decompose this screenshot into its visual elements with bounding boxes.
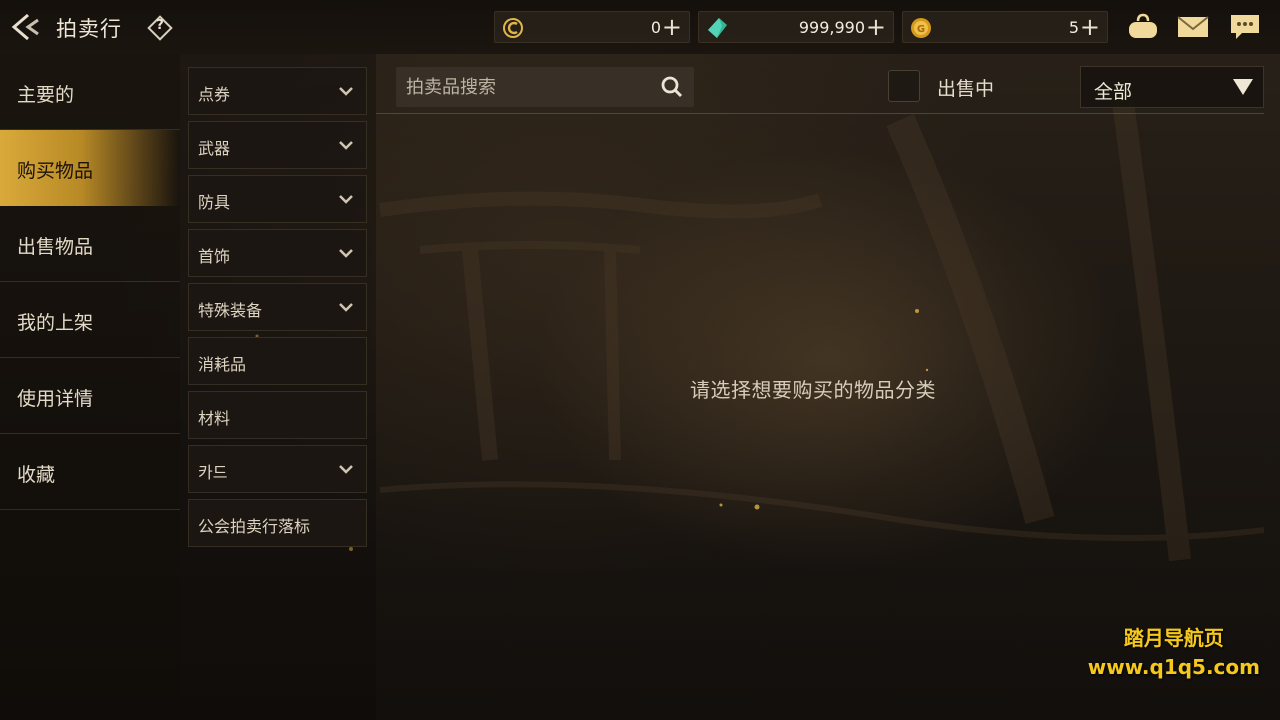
watermark-line2: www.q1q5.com <box>1087 655 1260 679</box>
bag-button[interactable] <box>1126 12 1160 42</box>
divider <box>376 113 1264 114</box>
sidebar-item-label: 出售物品 <box>17 236 94 258</box>
mail-icon <box>1177 16 1209 37</box>
svg-text:G: G <box>917 24 925 35</box>
chevron-down-icon <box>339 465 353 474</box>
sidebar-item-my-listings[interactable]: 我的上架 <box>0 282 180 358</box>
search-icon[interactable] <box>660 75 684 99</box>
add-c-coin-button[interactable]: + <box>662 14 682 40</box>
sidebar-item-sell[interactable]: 出售物品 <box>0 206 180 282</box>
search-input[interactable] <box>406 73 646 101</box>
sidebar-item-label: 购买物品 <box>17 160 94 182</box>
currency-value: 0 <box>650 18 661 37</box>
sidebar-item-usage-details[interactable]: 使用详情 <box>0 358 180 434</box>
back-arrow-icon <box>11 13 39 41</box>
category-item[interactable]: 防具 <box>188 175 367 223</box>
category-item[interactable]: 特殊装备 <box>188 283 367 331</box>
category-label: 首饰 <box>198 247 231 266</box>
sidebar-item-label: 我的上架 <box>17 312 94 334</box>
add-gold-coin-button[interactable]: + <box>1080 14 1100 40</box>
category-label: 消耗品 <box>198 355 247 374</box>
currency-green-gem: 999,990 + <box>698 11 894 43</box>
category-label: 防具 <box>198 193 231 212</box>
back-button[interactable] <box>8 9 46 45</box>
page-title: 拍卖行 <box>56 17 122 41</box>
currency-value: 999,990 <box>798 18 865 37</box>
currency-c-coin: 0 + <box>494 11 690 43</box>
category-item[interactable]: 消耗品 <box>188 337 367 385</box>
filter-dropdown[interactable]: 全部 <box>1080 66 1264 108</box>
top-bar: 拍卖行 ? 0 + 999,990 + G 5 + <box>0 0 1280 54</box>
c-coin-icon <box>503 18 523 38</box>
mail-button[interactable] <box>1176 12 1210 42</box>
sidebar-item-label: 使用详情 <box>17 388 94 410</box>
category-list: 点券 武器 防具 首饰 特殊装备 消耗品 材料 카드 公会拍卖行落标 <box>180 54 376 720</box>
gold-coin-icon: G <box>911 18 931 38</box>
chevron-down-icon <box>339 195 353 204</box>
chevron-down-icon <box>339 249 353 258</box>
category-item[interactable]: 武器 <box>188 121 367 169</box>
dropdown-selected-value: 全部 <box>1094 81 1133 103</box>
currency-value: 5 <box>1068 18 1079 37</box>
category-label: 点券 <box>198 85 231 104</box>
sidebar-item-label: 收藏 <box>17 464 56 486</box>
help-button[interactable]: ? <box>145 13 175 43</box>
search-bar <box>396 67 694 107</box>
category-label: 材料 <box>198 409 231 428</box>
bag-icon <box>1129 13 1157 38</box>
chevron-down-icon <box>339 87 353 96</box>
chevron-down-icon <box>339 141 353 150</box>
category-item[interactable]: 点券 <box>188 67 367 115</box>
chat-icon <box>1231 15 1259 39</box>
currency-gold-coin: G 5 + <box>902 11 1108 43</box>
category-item[interactable]: 公会拍卖行落标 <box>188 499 367 547</box>
chat-button[interactable] <box>1228 12 1262 42</box>
add-green-gem-button[interactable]: + <box>866 14 886 40</box>
sidebar-item-label: 主要的 <box>17 84 75 106</box>
sidebar: 主要的 购买物品 出售物品 我的上架 使用详情 收藏 <box>0 54 180 720</box>
on-sale-checkbox[interactable] <box>888 70 920 102</box>
category-label: 特殊装备 <box>198 301 263 320</box>
category-item[interactable]: 材料 <box>188 391 367 439</box>
sidebar-item-main[interactable]: 主要的 <box>0 54 180 130</box>
on-sale-label: 出售中 <box>937 78 995 100</box>
green-gem-icon <box>708 18 727 38</box>
category-label: 公会拍卖行落标 <box>198 517 311 536</box>
category-item[interactable]: 首饰 <box>188 229 367 277</box>
sidebar-item-favorites[interactable]: 收藏 <box>0 434 180 510</box>
chevron-down-icon <box>339 303 353 312</box>
category-label: 카드 <box>198 463 228 482</box>
watermark: 踏月导航页 www.q1q5.com <box>1088 624 1260 682</box>
help-icon: ? <box>156 18 164 33</box>
category-item[interactable]: 카드 <box>188 445 367 493</box>
watermark-line1: 踏月导航页 <box>1123 626 1224 650</box>
sidebar-item-buy[interactable]: 购买物品 <box>0 130 180 206</box>
category-label: 武器 <box>198 139 231 158</box>
empty-state-message: 请选择想要购买的物品分类 <box>690 378 936 402</box>
triangle-down-icon <box>1233 79 1253 95</box>
